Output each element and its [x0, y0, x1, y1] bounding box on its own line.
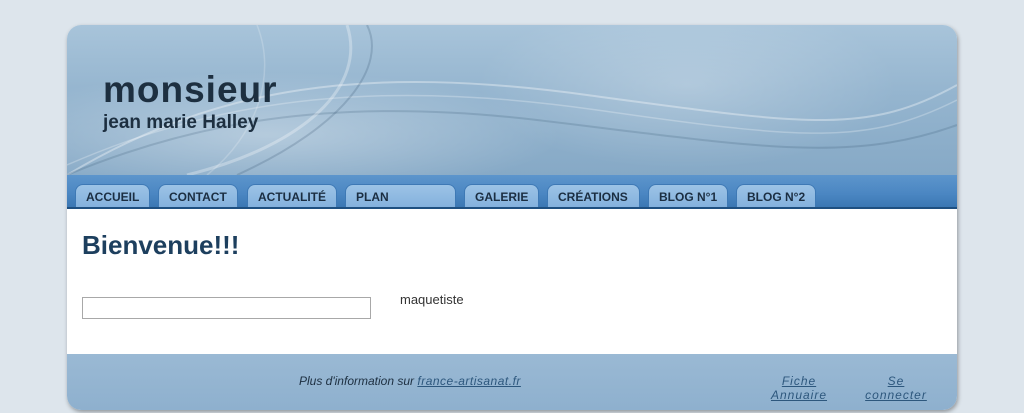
site-header: monsieur jean marie Halley [67, 25, 957, 175]
nav-tab-plan[interactable]: PLAN [345, 184, 456, 207]
site-footer: Plus d'information sur france-artisanat.… [67, 354, 957, 410]
main-navigation: ACCUEIL CONTACT ACTUALITÉ PLAN GALERIE C… [67, 175, 957, 209]
se-connecter-link[interactable]: Se connecter [863, 374, 929, 402]
main-content: Bienvenue!!! maquetiste [67, 209, 957, 354]
text-input[interactable] [82, 297, 371, 319]
page-heading: Bienvenue!!! [82, 230, 240, 260]
nav-tab-blog-1[interactable]: BLOG N°1 [648, 184, 728, 207]
footer-info: Plus d'information sur france-artisanat.… [299, 374, 521, 388]
nav-tab-contact[interactable]: CONTACT [158, 184, 238, 207]
site-title: monsieur [103, 69, 278, 110]
fiche-annuaire-line1: Fiche [781, 374, 817, 388]
nav-tab-galerie[interactable]: GALERIE [464, 184, 539, 207]
nav-tab-accueil[interactable]: ACCUEIL [75, 184, 150, 207]
nav-tab-blog-2[interactable]: BLOG N°2 [736, 184, 816, 207]
se-connecter-line2: connecter [865, 388, 927, 402]
se-connecter-line1: Se [887, 374, 905, 388]
france-artisanat-link[interactable]: france-artisanat.fr [417, 374, 521, 388]
nav-tab-actualite[interactable]: ACTUALITÉ [247, 184, 337, 207]
footer-info-text: Plus d'information sur [299, 374, 415, 388]
site-subtitle: jean marie Halley [103, 112, 259, 133]
fiche-annuaire-line2: Annuaire [770, 388, 828, 402]
profession-label: maquetiste [400, 292, 464, 307]
nav-tab-creations[interactable]: CRÉATIONS [547, 184, 640, 207]
fiche-annuaire-link[interactable]: Fiche Annuaire [767, 374, 831, 402]
page-container: monsieur jean marie Halley ACCUEIL CONTA… [67, 25, 957, 410]
